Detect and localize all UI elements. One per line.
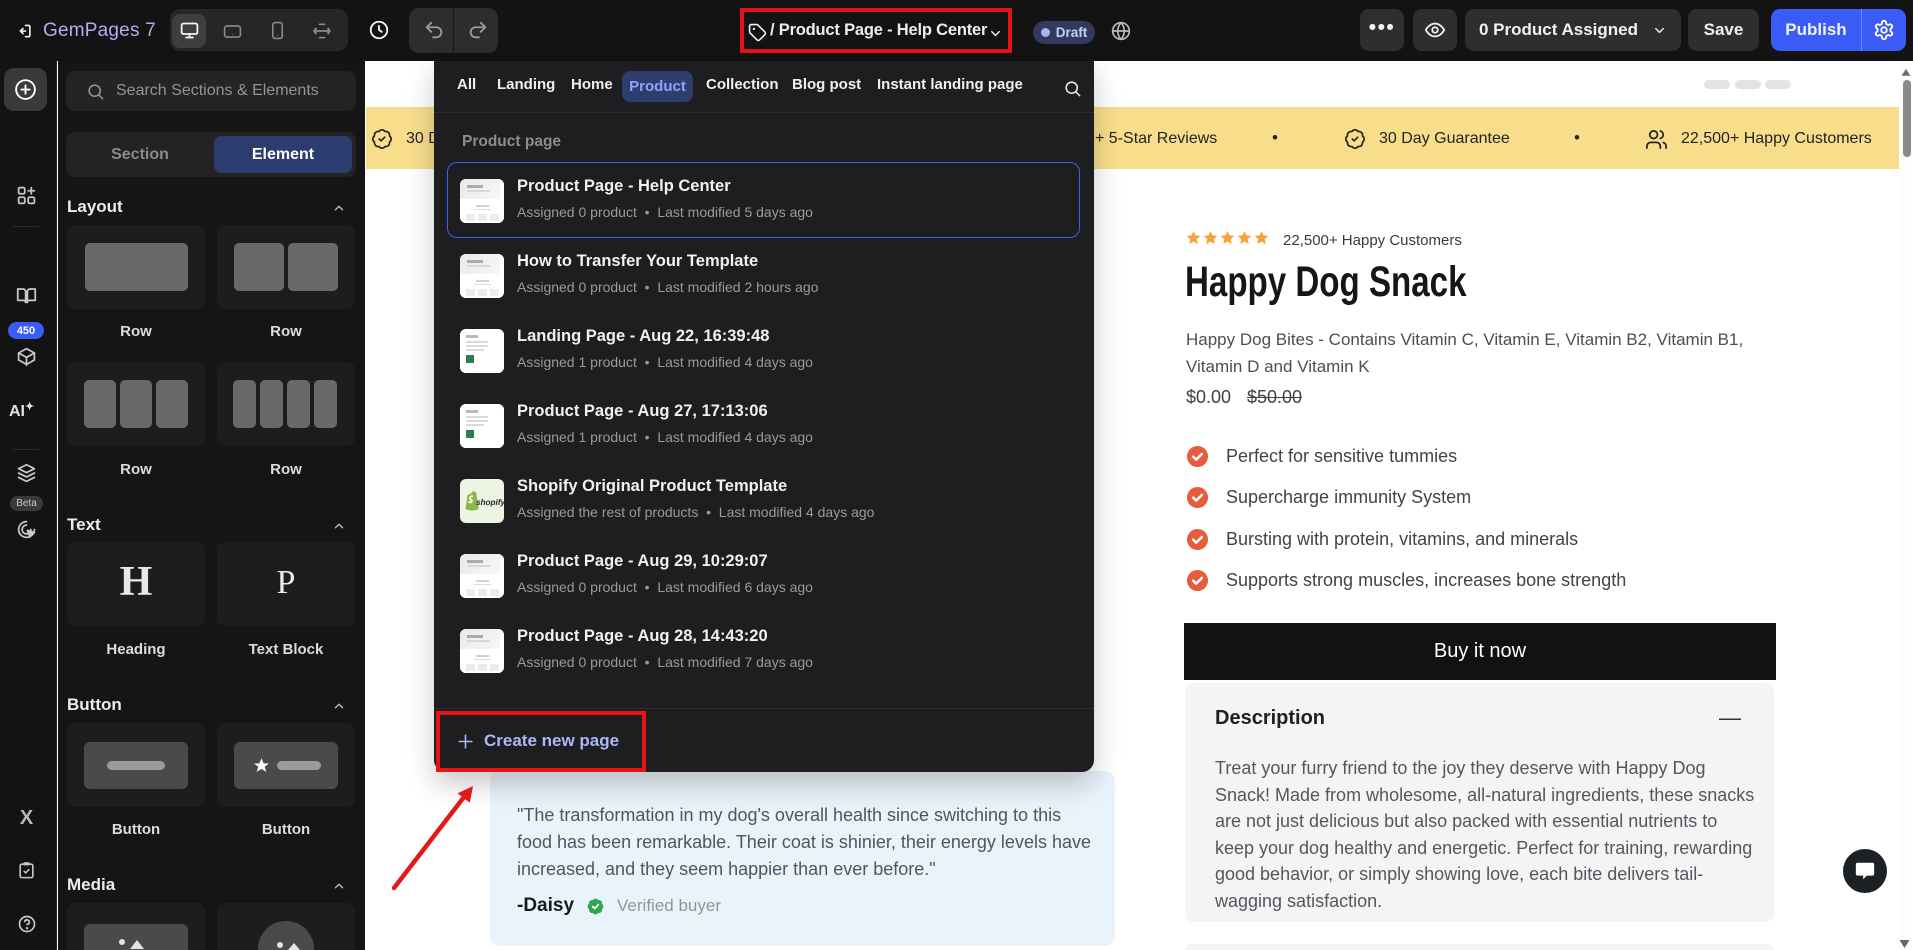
svg-text:shopify: shopify [476, 498, 504, 507]
